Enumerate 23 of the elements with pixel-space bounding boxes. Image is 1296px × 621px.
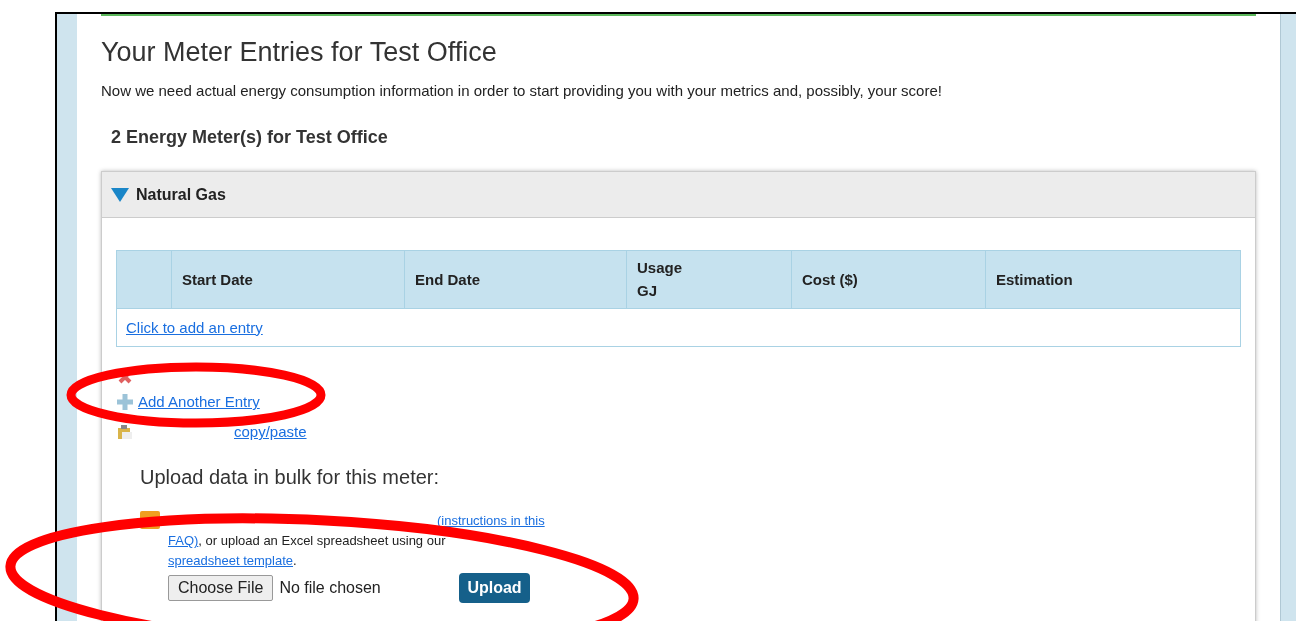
column-header: Cost ($) — [792, 251, 986, 309]
add-entry-link[interactable]: Click to add an entry — [126, 316, 263, 339]
column-header: Estimation — [995, 269, 1074, 290]
action-link[interactable]: Add Another Entry — [138, 391, 260, 414]
template-link[interactable]: spreadsheet template — [168, 551, 294, 572]
clipboard-icon — [118, 425, 132, 440]
intro-text: Now we need actual energy consumption information in order to start providing you with your metrics and, possibly, your score! — [101, 80, 943, 101]
action-link[interactable]: copy/paste — [234, 421, 307, 444]
file-status: No file chosen — [279, 578, 382, 599]
upload-button[interactable]: Upload — [459, 573, 530, 604]
column-header: Start Date — [172, 251, 405, 309]
meters-heading: 2 Energy Meter(s) for Test Office — [111, 126, 389, 150]
sentence-end: . — [293, 552, 297, 571]
faq-link[interactable]: (instructions in this — [437, 511, 545, 532]
meter-panel-header[interactable]: Natural Gas — [102, 172, 1255, 219]
choose-file-button[interactable]: Choose File — [168, 575, 274, 602]
column-header: Usage GJ — [627, 251, 792, 309]
upload-instructions: , or upload an Excel spreadsheet using our — [198, 532, 446, 551]
triangle-icon — [110, 186, 130, 203]
upload-heading: Upload data in bulk for this meter: — [140, 465, 441, 491]
plus-icon — [117, 394, 133, 411]
column-header: End Date — [405, 251, 627, 309]
page-title: Your Meter Entries for Test Office — [101, 36, 498, 69]
